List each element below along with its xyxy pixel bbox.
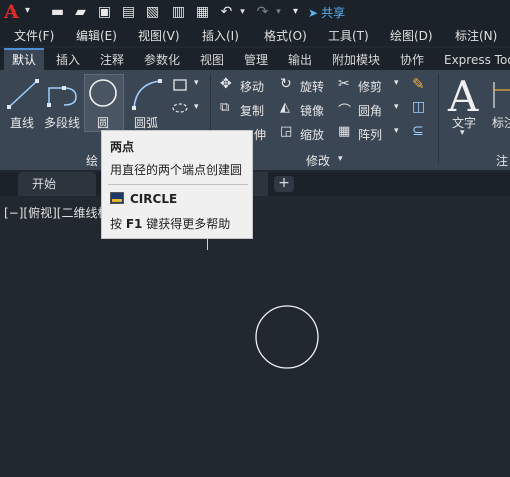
app-menu-chevron-icon[interactable]: ▾ xyxy=(25,5,30,16)
circle-button-label: 圆 xyxy=(97,116,110,130)
rectangle-dropdown-icon[interactable]: ▾ xyxy=(194,78,199,88)
plot-preview-icon[interactable]: ▧ xyxy=(144,3,161,20)
panel-divider xyxy=(438,74,439,164)
undo-icon[interactable]: ↶ xyxy=(218,3,235,20)
redo-dropdown-icon[interactable]: ▾ xyxy=(270,3,287,20)
scale-icon: ◲ xyxy=(280,124,293,139)
menu-tools[interactable]: 工具(T) xyxy=(328,27,369,44)
fillet-dropdown-icon[interactable]: ▾ xyxy=(394,102,399,112)
undo-dropdown-icon[interactable]: ▾ xyxy=(234,3,251,20)
viewport-controls[interactable]: [−][俯视][二维线框 xyxy=(4,204,109,221)
polyline-button[interactable]: 多段线 xyxy=(44,114,80,131)
ellipse-icon xyxy=(172,103,188,113)
move-button[interactable]: 移动 xyxy=(240,78,264,95)
tab-manage[interactable]: 管理 xyxy=(236,50,276,70)
menu-edit[interactable]: 编辑(E) xyxy=(76,27,117,44)
ribbon-tab-bar: 默认 插入 注释 参数化 视图 管理 输出 附加模块 协作 Express To… xyxy=(0,48,510,72)
quick-access-toolbar: A ▾ ▬ ▰ ▣ ▤ ▧ ▥ ▦ ↶ ▾ ↷ ▾ ▾ ➤ 共享 xyxy=(0,0,510,24)
redo-icon[interactable]: ↷ xyxy=(254,3,271,20)
offset-icon[interactable]: ⊆ xyxy=(412,123,424,139)
array-icon: ▦ xyxy=(338,124,351,139)
dimension-button[interactable]: 标注 xyxy=(492,114,510,131)
circle-icon xyxy=(89,79,117,107)
tab-insert[interactable]: 插入 xyxy=(48,50,88,70)
document-tab-bar: 开始 + xyxy=(0,172,510,196)
annotation-panel-title[interactable]: 注 xyxy=(496,152,508,169)
line-button[interactable]: 直线 xyxy=(10,114,34,131)
tooltip-command: CIRCLE xyxy=(130,192,178,206)
tooltip-help: 按 F1 键获得更多帮助 xyxy=(110,215,230,232)
mirror-button[interactable]: 镜像 xyxy=(300,102,324,119)
rectangle-icon xyxy=(173,79,187,91)
draw-panel-title[interactable]: 绘 xyxy=(86,152,98,169)
ribbon-panel: 直线 多段线 圆 圆弧 ▾ ▾ 绘 ✥ 移动 ↻ 旋转 ✂ 修剪 ▾ ✎ ⧉ 复… xyxy=(0,70,510,170)
copy-icon: ⧉ xyxy=(220,100,230,115)
arc-icon xyxy=(132,79,162,110)
menu-file[interactable]: 文件(F) xyxy=(14,27,54,44)
tab-collaborate[interactable]: 协作 xyxy=(392,50,432,70)
tab-start[interactable]: 开始 xyxy=(18,172,96,196)
tooltip-divider xyxy=(108,184,248,185)
qat-dropdown-icon[interactable]: ▾ xyxy=(287,3,304,20)
dimension-icon xyxy=(493,82,510,108)
trim-dropdown-icon[interactable]: ▾ xyxy=(394,78,399,88)
tooltip-help-suffix: 键获得更多帮助 xyxy=(142,217,231,231)
trim-button[interactable]: 修剪 xyxy=(358,78,382,95)
rotate-button[interactable]: 旋转 xyxy=(300,78,324,95)
fillet-button[interactable]: 圆角 xyxy=(358,102,382,119)
menu-format[interactable]: 格式(O) xyxy=(264,27,307,44)
modify-panel-dropdown-icon[interactable]: ▾ xyxy=(338,154,343,164)
stretch-button[interactable]: 伸 xyxy=(254,126,266,143)
share-icon: ➤ xyxy=(308,6,319,20)
arc-button[interactable]: 圆弧 xyxy=(134,114,158,131)
tab-addins[interactable]: 附加模块 xyxy=(324,50,388,70)
app-logo[interactable]: A xyxy=(4,1,19,23)
modify-panel-title[interactable]: 修改 xyxy=(306,152,330,169)
line-icon xyxy=(7,79,39,109)
print-icon[interactable]: ▦ xyxy=(194,3,211,20)
fillet-icon: ⌒ xyxy=(338,104,352,119)
export-icon[interactable]: ▥ xyxy=(170,3,187,20)
move-icon: ✥ xyxy=(220,76,232,92)
copy-button[interactable]: 复制 xyxy=(240,102,264,119)
tooltip-description: 用直径的两个端点创建圆 xyxy=(110,163,243,177)
tab-parametric[interactable]: 参数化 xyxy=(136,50,188,70)
save-as-icon[interactable]: ▤ xyxy=(120,3,137,20)
array-button[interactable]: 阵列 xyxy=(358,126,382,143)
open-folder-icon[interactable]: ▰ xyxy=(72,3,89,20)
erase-icon[interactable]: ✎ xyxy=(412,75,425,93)
drawing-canvas[interactable]: [−][俯视][二维线框 xyxy=(0,196,510,477)
menu-dimension[interactable]: 标注(N) xyxy=(455,27,497,44)
drawn-circle[interactable] xyxy=(254,304,320,370)
new-tab-button[interactable]: + xyxy=(274,176,294,192)
ellipse-dropdown-icon[interactable]: ▾ xyxy=(194,102,199,112)
menu-bar: 文件(F) 编辑(E) 视图(V) 插入(I) 格式(O) 工具(T) 绘图(D… xyxy=(0,24,510,46)
tooltip-title: 两点 xyxy=(110,140,135,154)
trim-icon: ✂ xyxy=(338,76,350,92)
tab-express-tools[interactable]: Express Too xyxy=(436,50,510,70)
share-label: 共享 xyxy=(321,6,346,20)
new-file-icon[interactable]: ▬ xyxy=(49,3,66,20)
mirror-icon: ◭ xyxy=(280,100,290,115)
text-dropdown-icon[interactable]: ▾ xyxy=(460,128,465,138)
rotate-icon: ↻ xyxy=(280,76,292,92)
tooltip-help-prefix: 按 xyxy=(110,217,126,231)
menu-insert[interactable]: 插入(I) xyxy=(202,27,239,44)
tab-annotate[interactable]: 注释 xyxy=(92,50,132,70)
explode-icon[interactable]: ◫ xyxy=(412,99,425,115)
tab-default[interactable]: 默认 xyxy=(4,48,45,72)
circle-tooltip: 两点 用直径的两个端点创建圆 CIRCLE 按 F1 键获得更多帮助 xyxy=(101,130,253,239)
scale-button[interactable]: 缩放 xyxy=(300,126,324,143)
tooltip-help-key: F1 xyxy=(125,217,143,231)
tab-view[interactable]: 视图 xyxy=(192,50,232,70)
menu-draw[interactable]: 绘图(D) xyxy=(390,27,433,44)
menu-view[interactable]: 视图(V) xyxy=(138,27,180,44)
share-button[interactable]: ➤ 共享 xyxy=(308,4,345,21)
tab-output[interactable]: 输出 xyxy=(280,50,320,70)
array-dropdown-icon[interactable]: ▾ xyxy=(394,126,399,136)
command-line-icon xyxy=(110,192,124,204)
save-icon[interactable]: ▣ xyxy=(96,3,113,20)
polyline-icon xyxy=(47,86,77,107)
